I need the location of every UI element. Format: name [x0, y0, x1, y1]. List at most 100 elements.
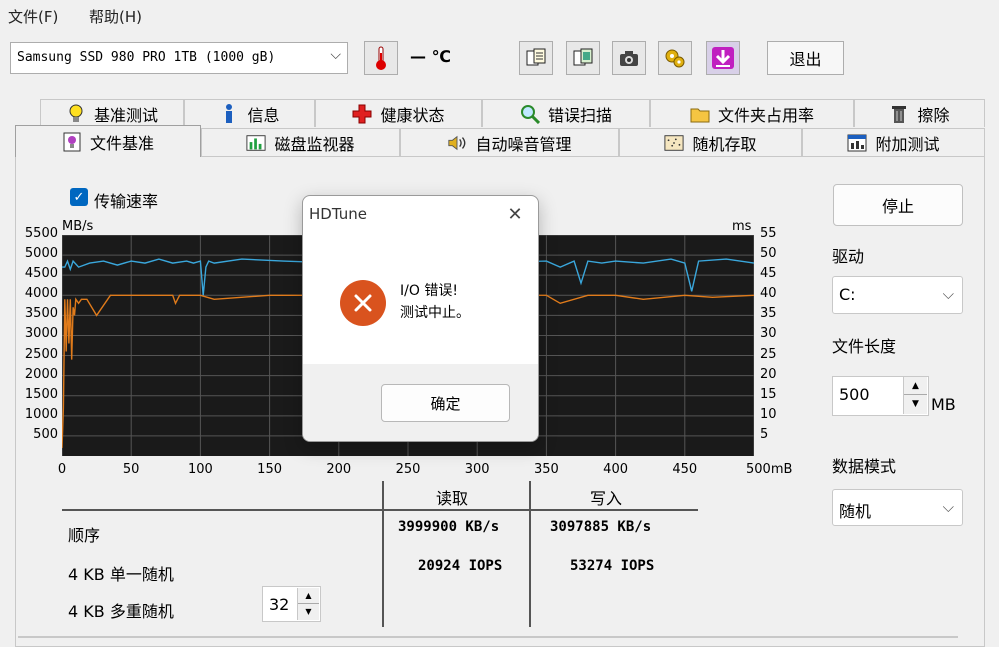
menu-bar: 文件(F) 帮助(H)	[0, 0, 999, 32]
tab-info[interactable]: 信息	[184, 99, 315, 127]
tab-label: 文件基准	[89, 133, 154, 153]
drive-dropdown[interactable]: Samsung SSD 980 PRO 1TB (1000 gB) ⌵	[10, 42, 348, 74]
dialog-title: HDTune	[309, 205, 367, 223]
y-right-tick-label: 55	[760, 226, 777, 241]
camera-icon[interactable]	[612, 41, 646, 75]
data-mode-select[interactable]: 随机 ⌵	[832, 489, 963, 526]
lightbulb-icon	[66, 104, 86, 124]
stop-button[interactable]: 停止	[833, 184, 963, 226]
magnifier-icon	[520, 104, 540, 124]
tab-label: 附加测试	[875, 134, 940, 154]
y-right-tick-label: 40	[760, 286, 777, 302]
y-tick-label: 4500	[24, 266, 58, 282]
y-tick-label: 3500	[24, 306, 58, 322]
y-tick-label: 5000	[24, 246, 58, 262]
settings-gears-icon[interactable]	[658, 41, 692, 75]
queue-depth-input[interactable]: 32 ▲ ▼	[262, 586, 321, 622]
x-tick-label: 50	[122, 462, 140, 477]
folder-icon	[690, 104, 710, 124]
tab-noise-management[interactable]: 自动噪音管理	[400, 128, 619, 156]
x-tick-label: 350	[533, 462, 559, 477]
y-right-tick-label: 10	[760, 406, 777, 422]
x-tick-label: 400	[603, 462, 628, 477]
chevron-down-icon: ⌵	[942, 498, 954, 516]
x-tick-label: 150	[257, 462, 282, 477]
tab-label: 健康状态	[380, 105, 445, 125]
tab-label: 擦除	[917, 105, 950, 125]
y-right-tick-label: 5	[760, 426, 769, 442]
file-length-value: 500	[839, 385, 870, 404]
bottom-divider	[18, 636, 958, 638]
table-divider	[529, 481, 531, 627]
info-icon	[219, 103, 239, 124]
table-divider	[382, 481, 384, 627]
tab-health[interactable]: 健康状态	[315, 99, 482, 127]
ok-button[interactable]: 确定	[381, 384, 510, 422]
x-tick-label: 500mB	[746, 462, 793, 477]
chevron-down-icon: ⌵	[942, 285, 954, 303]
error-icon	[340, 280, 386, 326]
file-length-label: 文件长度	[832, 337, 897, 356]
tab-extra-tests[interactable]: 附加测试	[802, 128, 985, 156]
spin-down-icon[interactable]: ▼	[904, 395, 927, 413]
transfer-rate-checkbox[interactable]: ✓	[70, 188, 88, 206]
copy-screen-icon[interactable]	[566, 41, 600, 75]
drive-dropdown-value: Samsung SSD 980 PRO 1TB (1000 gB)	[17, 50, 276, 65]
table-header-line	[62, 509, 698, 511]
exit-button[interactable]: 退出	[767, 41, 844, 75]
red-cross-icon	[352, 104, 372, 124]
col-write-header: 写入	[590, 489, 623, 508]
y-right-tick-label: 30	[760, 326, 777, 342]
y-tick-label: 5500	[24, 226, 58, 241]
y-right-tick-label: 50	[760, 246, 777, 262]
dialog-message-line1: I/O 错误!	[400, 283, 458, 299]
spin-down-icon[interactable]: ▼	[298, 604, 319, 619]
tab-label: 信息	[247, 105, 280, 125]
tab-folder-usage[interactable]: 文件夹占用率	[650, 99, 854, 127]
bar-chart-icon	[246, 133, 267, 153]
tab-label: 错误扫描	[547, 105, 612, 125]
tab-random-access[interactable]: 随机存取	[619, 128, 802, 156]
tab-label: 磁盘监视器	[274, 134, 355, 154]
y-right-tick-label: 20	[760, 366, 777, 382]
file-length-unit: MB	[931, 395, 956, 414]
row-4k-multi-label: 4 KB 多重随机	[68, 602, 174, 621]
speaker-icon	[447, 133, 467, 153]
scatter-icon	[664, 133, 685, 153]
y-right-tick-label: 35	[760, 306, 777, 322]
tab-file-benchmark[interactable]: 文件基准	[15, 125, 201, 157]
tab-error-scan[interactable]: 错误扫描	[482, 99, 650, 127]
trash-icon	[889, 104, 909, 124]
download-arrow-icon[interactable]	[706, 41, 740, 75]
close-icon[interactable]: ✕	[503, 202, 527, 226]
spin-up-icon[interactable]: ▲	[904, 377, 927, 395]
tab-erase[interactable]: 擦除	[854, 99, 985, 127]
tab-disk-monitor[interactable]: 磁盘监视器	[201, 128, 400, 156]
window-chart-icon	[847, 133, 867, 153]
row-sequential-label: 顺序	[68, 526, 101, 545]
y-tick-label: 4000	[24, 286, 58, 302]
drive-select[interactable]: C: ⌵	[832, 276, 963, 314]
queue-depth-spinner[interactable]: ▲ ▼	[297, 588, 319, 620]
tab-benchmark[interactable]: 基准测试	[40, 99, 184, 127]
tab-label: 自动噪音管理	[475, 134, 572, 154]
temperature-icon	[364, 41, 398, 75]
copy-text-icon[interactable]	[519, 41, 553, 75]
x-tick-label: 200	[326, 462, 352, 477]
y-right-tick-label: 25	[760, 346, 777, 362]
y-tick-label: 2500	[24, 346, 58, 362]
y-tick-label: 2000	[24, 366, 58, 382]
menu-file[interactable]: 文件(F)	[8, 6, 58, 27]
file-length-spinner[interactable]: ▲ ▼	[903, 377, 927, 414]
data-mode-label: 数据模式	[832, 457, 897, 476]
x-tick-label: 450	[672, 462, 698, 477]
tab-label: 基准测试	[93, 105, 158, 125]
x-tick-label: 250	[395, 462, 421, 477]
drive-select-value: C:	[839, 285, 856, 304]
lightbulb-page-icon	[62, 132, 82, 152]
y-right-tick-label: 45	[760, 266, 777, 282]
temperature-readout: — ℃	[410, 47, 451, 66]
spin-up-icon[interactable]: ▲	[298, 588, 319, 604]
y-tick-label: 1500	[24, 386, 58, 402]
menu-help[interactable]: 帮助(H)	[89, 6, 142, 27]
